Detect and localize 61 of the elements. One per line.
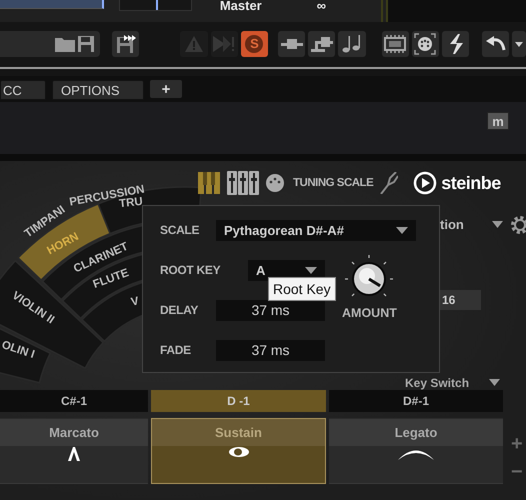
marcato-icon bbox=[68, 447, 80, 461]
loop-symbol: ∞ bbox=[316, 0, 326, 13]
dropdown-button[interactable] bbox=[512, 31, 526, 57]
toolbar-button[interactable] bbox=[382, 31, 409, 57]
key-cell[interactable]: D#-1 bbox=[329, 390, 503, 412]
piano-icon[interactable] bbox=[198, 172, 220, 194]
tab[interactable]: OPTIONS bbox=[52, 80, 144, 100]
root-key-label: ROOT KEY bbox=[160, 263, 222, 277]
instrument-label[interactable]: V bbox=[130, 295, 140, 309]
tooltip: Root Key bbox=[268, 277, 336, 301]
instrument-label[interactable]: OLIN I bbox=[0, 339, 36, 361]
sustain-icon bbox=[228, 447, 248, 457]
add-tab-button[interactable]: + bbox=[150, 80, 182, 98]
midi-port-icon bbox=[414, 33, 436, 55]
key-cell[interactable]: D -1 bbox=[151, 390, 326, 412]
tuning-fork-icon[interactable] bbox=[380, 172, 398, 194]
logo-icon bbox=[413, 171, 438, 195]
amount-label: AMOUNT bbox=[342, 306, 397, 320]
mode-button[interactable]: m bbox=[487, 112, 509, 130]
toolbar-button[interactable] bbox=[338, 31, 366, 57]
articulation-slot[interactable]: Marcato bbox=[0, 418, 148, 484]
toolbar-button[interactable] bbox=[112, 31, 140, 57]
scale-dropdown[interactable]: Pythagorean D#-A# bbox=[216, 220, 416, 240]
routing-icon bbox=[310, 35, 333, 53]
delay-field[interactable]: 37 ms bbox=[216, 300, 325, 320]
midi-icon[interactable] bbox=[266, 174, 284, 192]
delay-label: DELAY bbox=[160, 303, 200, 317]
tab[interactable]: CC bbox=[0, 80, 46, 100]
toolbar-button[interactable] bbox=[442, 31, 470, 57]
notes-icon bbox=[342, 35, 362, 53]
save-all-icon bbox=[116, 34, 136, 54]
articulation-slot[interactable]: Legato bbox=[329, 418, 503, 484]
folder-icon[interactable] bbox=[55, 36, 76, 52]
toolbar-button[interactable] bbox=[308, 31, 336, 57]
undo-icon bbox=[486, 36, 506, 52]
memory-chip-icon bbox=[384, 35, 406, 53]
save-icon[interactable] bbox=[78, 36, 94, 52]
mixer-icon[interactable] bbox=[227, 171, 259, 195]
toolbar-button[interactable] bbox=[412, 31, 440, 57]
path-field[interactable] bbox=[0, 31, 100, 57]
toolbar-button[interactable] bbox=[278, 31, 306, 57]
connector-icon bbox=[280, 39, 303, 49]
warning-icon bbox=[185, 36, 204, 52]
play-warning-icon bbox=[213, 36, 236, 52]
track-name: Master bbox=[220, 0, 262, 13]
brand-name: steinbe bbox=[441, 172, 501, 194]
section-label: TUNING SCALE bbox=[293, 177, 374, 189]
fade-label: FADE bbox=[160, 343, 192, 357]
preset-label: tion bbox=[440, 217, 464, 232]
caret-icon bbox=[305, 266, 317, 274]
caret-icon[interactable] bbox=[489, 379, 500, 386]
caret-icon bbox=[396, 226, 408, 234]
key-switch-label: Key Switch bbox=[405, 376, 470, 390]
caret-icon[interactable] bbox=[492, 221, 503, 228]
lightning-icon bbox=[448, 34, 464, 54]
caret-icon bbox=[515, 42, 524, 46]
key-cell[interactable]: C#-1 bbox=[0, 390, 148, 412]
toolbar-button[interactable] bbox=[482, 31, 510, 57]
value-field[interactable]: 16 bbox=[440, 290, 481, 310]
fade-field[interactable]: 37 ms bbox=[216, 340, 325, 360]
settings-icon[interactable] bbox=[508, 215, 526, 235]
